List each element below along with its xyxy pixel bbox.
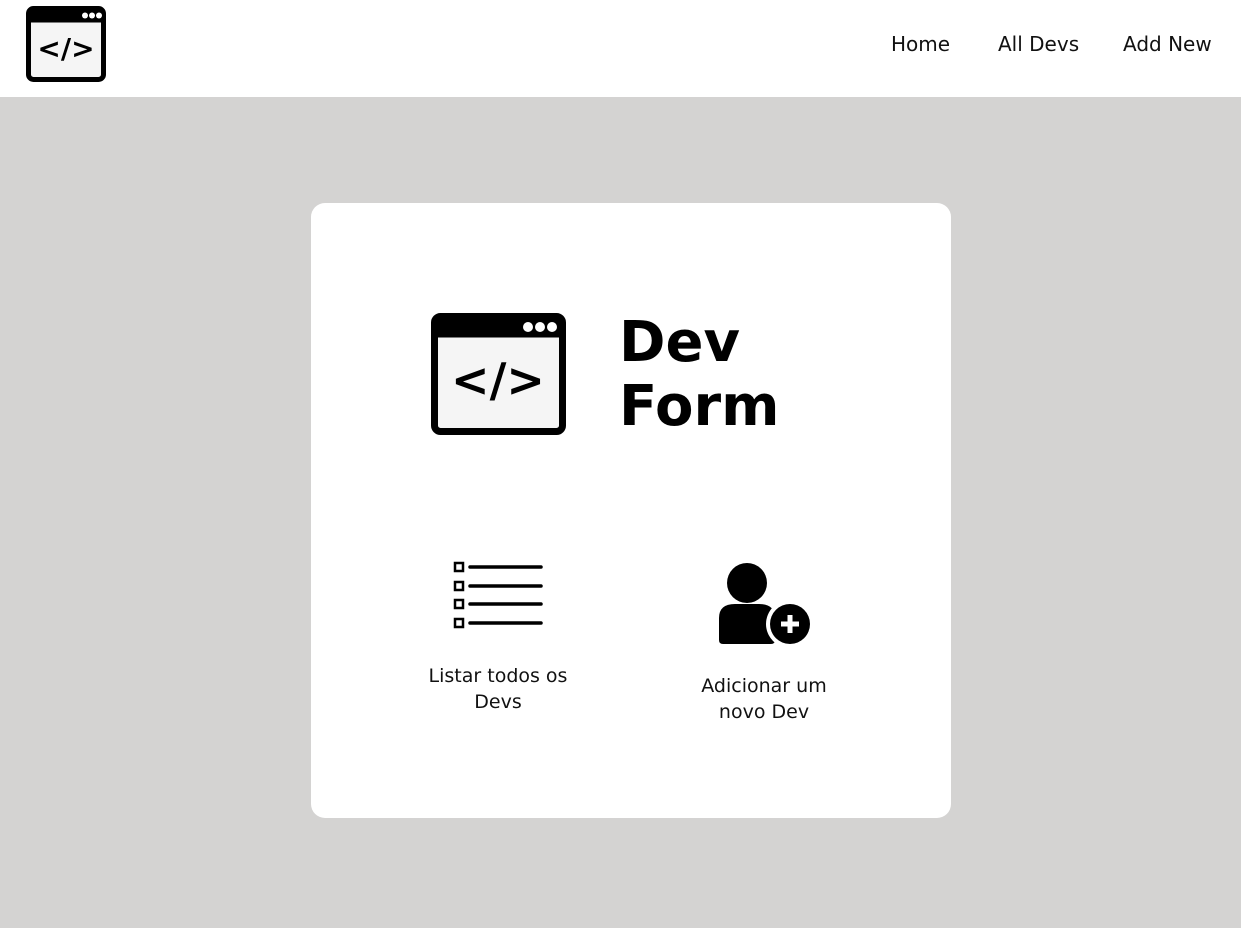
list-icon [453,561,543,629]
code-window-icon[interactable]: </> [26,6,106,82]
svg-text:</>: </> [451,353,545,407]
nav-link-add-new[interactable]: Add New [1123,31,1212,57]
svg-text:</>: </> [37,32,94,65]
title-line-1: Dev [619,310,740,375]
add-user-icon [718,563,812,648]
page-title: Dev Form [619,311,779,439]
add-dev-label: Adicionar um novo Dev [701,675,827,723]
title-line-2: Form [619,374,780,439]
add-dev-link[interactable]: Adicionar um novo Dev [654,558,874,725]
list-all-devs-link[interactable]: Listar todos os Devs [388,558,608,715]
nav-link-home[interactable]: Home [891,31,950,57]
list-all-devs-label: Listar todos os Devs [428,665,568,713]
nav-link-all-devs[interactable]: All Devs [998,31,1079,57]
code-window-icon: </> [431,313,566,435]
top-navbar: </> Home All Devs Add New [0,0,1241,97]
main-card: </> Dev Form Listar todos os Devs Adicio… [311,203,951,818]
